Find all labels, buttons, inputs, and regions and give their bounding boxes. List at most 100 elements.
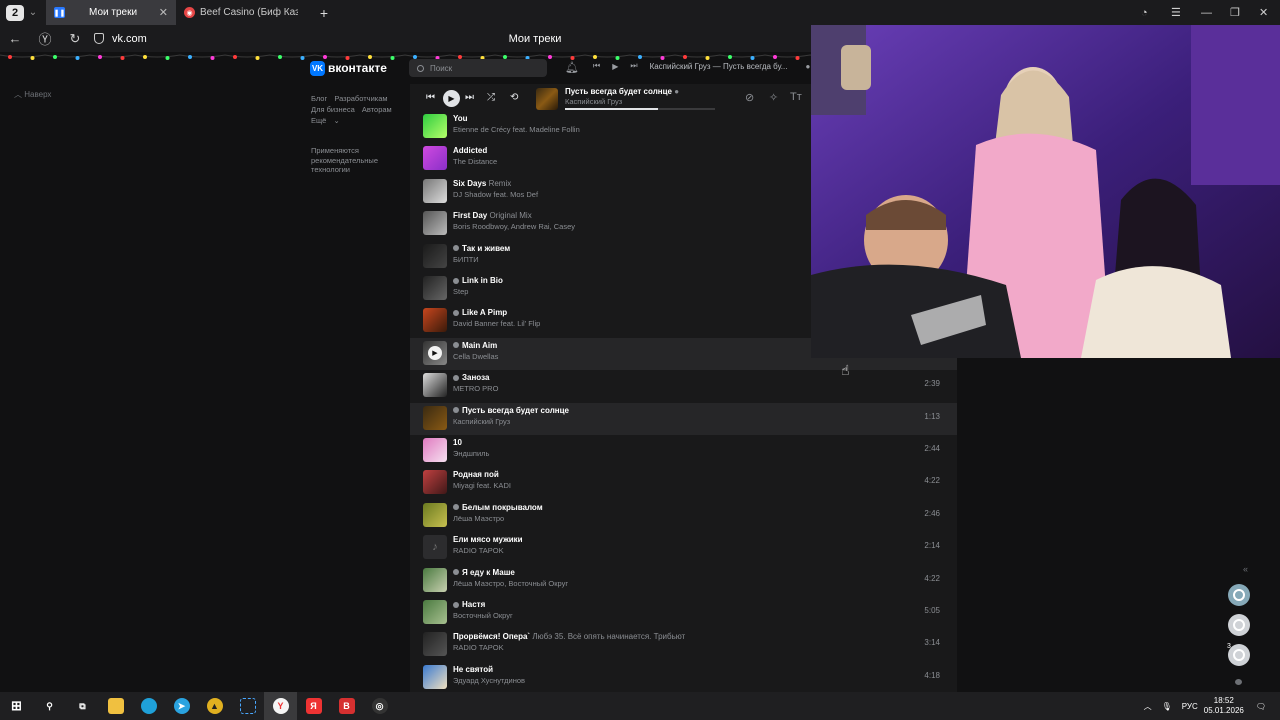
- player-track-artist[interactable]: Каспийский Груз: [565, 97, 622, 106]
- track-row[interactable]: Настя Восточный Округ 5:05: [410, 597, 957, 629]
- track-artist[interactable]: Etienne de Crécy feat. Madeline Follin: [453, 125, 580, 134]
- player-cover[interactable]: [536, 88, 558, 110]
- footer-link-business[interactable]: Для бизнеса: [311, 105, 355, 114]
- track-title[interactable]: 10: [453, 438, 462, 447]
- yandex-browser-icon[interactable]: Y: [264, 692, 297, 720]
- play-icon[interactable]: ▶: [428, 345, 442, 360]
- track-title[interactable]: Link in Bio: [453, 276, 503, 285]
- shuffle-icon[interactable]: ⤮: [487, 92, 495, 103]
- start-button[interactable]: ⊞: [0, 692, 33, 720]
- yandex-icon[interactable]: Я: [297, 692, 330, 720]
- footer-link-authors[interactable]: Авторам: [362, 105, 392, 114]
- track-cover[interactable]: [423, 308, 447, 333]
- vk-logo[interactable]: VK вконтакте: [310, 60, 387, 76]
- sparkle-icon[interactable]: ✧: [769, 91, 778, 104]
- track-artist[interactable]: Boris Roodbwoy, Andrew Rai, Casey: [453, 222, 575, 231]
- track-row[interactable]: Не святой Эдуард Хуснутдинов 4:18: [410, 662, 957, 692]
- track-cover[interactable]: [423, 243, 447, 268]
- track-title[interactable]: Six Days Remix: [453, 179, 511, 188]
- avatar-dot-icon[interactable]: ●: [805, 62, 810, 71]
- language-indicator[interactable]: РУС: [1182, 702, 1198, 711]
- bell-icon[interactable]: 🔔︎: [565, 61, 579, 74]
- track-title[interactable]: Like A Pimp: [453, 308, 507, 317]
- track-cover[interactable]: [423, 632, 447, 657]
- track-artist[interactable]: RADIO TAPOK: [453, 546, 504, 555]
- dislike-icon[interactable]: ⊘: [745, 91, 754, 104]
- play-button[interactable]: ▶: [443, 90, 460, 107]
- track-cover[interactable]: [423, 114, 447, 138]
- snipping-icon[interactable]: [231, 692, 264, 720]
- track-row[interactable]: ♪ Ели мясо мужики RADIO TAPOK 2:14: [410, 532, 957, 564]
- track-cover[interactable]: [423, 146, 447, 171]
- app-b-icon[interactable]: B: [330, 692, 363, 720]
- tab-my-tracks[interactable]: ❚❚ Мои треки ✕: [46, 0, 176, 25]
- collapse-rail-icon[interactable]: «: [1243, 564, 1248, 574]
- track-artist[interactable]: БИПТИ: [453, 255, 479, 264]
- track-title[interactable]: Main Aim: [453, 341, 497, 350]
- track-cover[interactable]: [423, 178, 447, 203]
- close-icon[interactable]: ✕: [159, 6, 168, 19]
- play-icon[interactable]: ▶: [612, 62, 618, 71]
- new-tab-button[interactable]: +: [316, 5, 332, 21]
- lyrics-icon[interactable]: Tт: [790, 91, 802, 103]
- track-title[interactable]: Заноза: [453, 373, 489, 382]
- track-title[interactable]: Ели мясо мужики: [453, 535, 523, 544]
- minimize-button[interactable]: —: [1201, 0, 1212, 25]
- track-artist[interactable]: Лёша Маэстро, Восточный Округ: [453, 579, 568, 588]
- track-row[interactable]: Заноза METRO PRO 2:39: [410, 370, 957, 402]
- repeat-icon[interactable]: ⟲: [510, 92, 518, 103]
- track-cover[interactable]: [423, 438, 447, 462]
- notifications-icon[interactable]: 🗨︎: [1256, 702, 1266, 711]
- menu-icon[interactable]: ☰: [1171, 0, 1181, 25]
- footer-link-blog[interactable]: Блог: [311, 94, 327, 103]
- track-cover[interactable]: [423, 405, 447, 430]
- track-artist[interactable]: DJ Shadow feat. Mos Def: [453, 190, 538, 199]
- track-artist[interactable]: Step: [453, 287, 468, 296]
- player-track-title[interactable]: Пусть всегда будет солнце ●: [565, 87, 679, 96]
- chat-icon[interactable]: [1235, 679, 1242, 685]
- track-title[interactable]: Я еду к Маше: [453, 568, 515, 577]
- task-view-icon[interactable]: ⧉: [66, 692, 99, 720]
- track-title[interactable]: Белым покрывалом: [453, 503, 543, 512]
- track-artist[interactable]: Эдуард Хуснутдинов: [453, 676, 525, 685]
- telegram-icon[interactable]: ➤: [165, 692, 198, 720]
- track-row[interactable]: Белым покрывалом Лёша Маэстро 2:46: [410, 500, 957, 532]
- tab-counter[interactable]: 2: [6, 4, 24, 21]
- track-title[interactable]: Так и живем: [453, 244, 510, 253]
- track-title[interactable]: Родная пой: [453, 470, 499, 479]
- track-cover[interactable]: [423, 276, 447, 300]
- track-title[interactable]: Прорвёмся! Опера` Любэ 35. Всё опять нач…: [453, 632, 685, 641]
- progress-slider[interactable]: [565, 108, 715, 110]
- tab-beef-casino[interactable]: ◉ Beef Casino (Биф Казино): [176, 0, 306, 25]
- next-track-icon[interactable]: ⏭: [465, 92, 474, 103]
- track-cover[interactable]: [423, 470, 447, 495]
- search-input[interactable]: Поиск: [409, 59, 547, 77]
- search-icon[interactable]: ⚲: [33, 692, 66, 720]
- track-title[interactable]: First Day Original Mix: [453, 211, 532, 220]
- file-explorer-icon[interactable]: [99, 692, 132, 720]
- track-cover[interactable]: [423, 664, 447, 689]
- track-artist[interactable]: Лёша Маэстро: [453, 514, 504, 523]
- microphone-icon[interactable]: 🎙︎: [1162, 702, 1172, 711]
- track-row[interactable]: Пусть всегда будет солнце Каспийский Груз…: [410, 402, 957, 435]
- track-title[interactable]: Addicted: [453, 146, 487, 155]
- track-artist[interactable]: Эндшпиль: [453, 449, 489, 458]
- prev-track-icon[interactable]: ⏮: [426, 92, 435, 103]
- track-artist[interactable]: METRO PRO: [453, 384, 498, 393]
- track-cover[interactable]: [423, 211, 447, 236]
- track-artist[interactable]: Каспийский Груз: [453, 417, 510, 426]
- obs-icon[interactable]: ◎: [363, 692, 396, 720]
- footer-link-more[interactable]: Ещё ⌄: [311, 116, 340, 125]
- track-cover[interactable]: [423, 502, 447, 527]
- track-artist[interactable]: The Distance: [453, 157, 497, 166]
- track-artist[interactable]: Miyagi feat. KADI: [453, 481, 511, 490]
- chevron-up-icon[interactable]: ︿: [1144, 701, 1152, 712]
- track-row[interactable]: 10 Эндшпиль 2:44: [410, 435, 957, 467]
- footer-link-developers[interactable]: Разработчикам: [334, 94, 387, 103]
- tab-list-chevron-icon[interactable]: ⌄: [24, 7, 42, 18]
- track-artist[interactable]: David Banner feat. Lil' Flip: [453, 319, 540, 328]
- track-cover[interactable]: [423, 600, 447, 624]
- track-cover[interactable]: [423, 373, 447, 398]
- track-title[interactable]: Пусть всегда будет солнце: [453, 406, 569, 415]
- mini-player-title[interactable]: Каспийский Груз — Пусть всегда бу...: [650, 62, 788, 71]
